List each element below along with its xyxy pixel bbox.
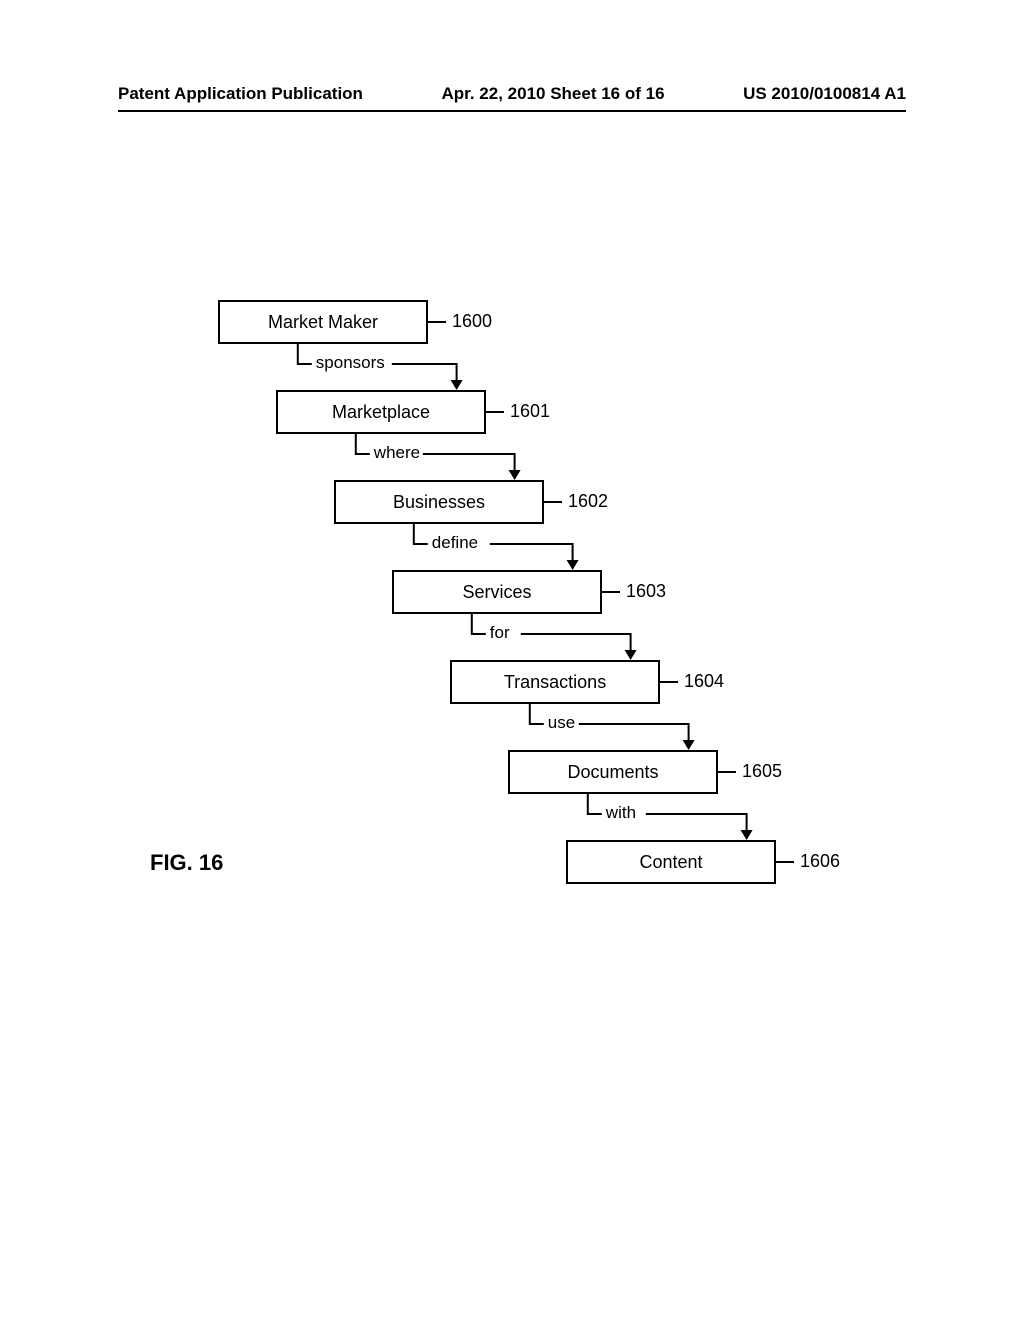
- node-box: Content: [566, 840, 776, 884]
- node-label: Content: [639, 852, 702, 873]
- page-header: Patent Application Publication Apr. 22, …: [118, 84, 906, 104]
- header-center: Apr. 22, 2010 Sheet 16 of 16: [442, 84, 665, 104]
- connector-arrow: [0, 300, 1024, 1000]
- ref-tick: [776, 861, 794, 863]
- figure-label: FIG. 16: [150, 850, 223, 876]
- diagram: Market Maker1600sponsorsMarketplace1601w…: [0, 300, 1024, 940]
- header-left: Patent Application Publication: [118, 84, 363, 104]
- header-right: US 2010/0100814 A1: [743, 84, 906, 104]
- header-rule: [118, 110, 906, 112]
- page: Patent Application Publication Apr. 22, …: [0, 0, 1024, 1320]
- ref-number: 1606: [800, 851, 840, 872]
